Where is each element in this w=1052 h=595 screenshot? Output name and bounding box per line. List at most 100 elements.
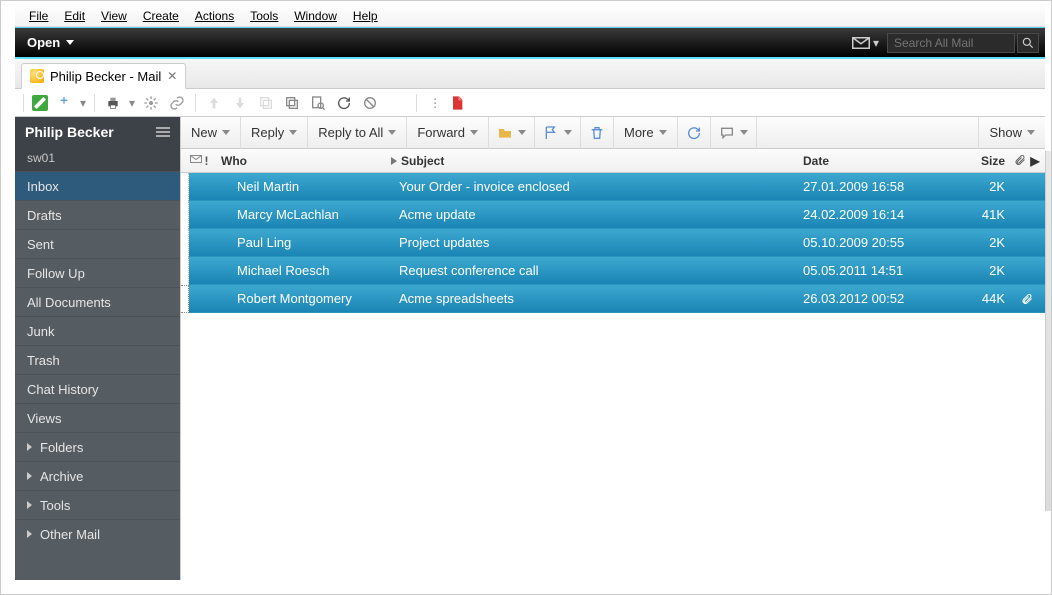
- row-date: 05.10.2009 20:55: [799, 235, 949, 250]
- envelope-icon[interactable]: [190, 154, 202, 164]
- sidebar-item-trash[interactable]: Trash: [15, 345, 180, 374]
- search-doc-icon[interactable]: [308, 93, 328, 113]
- pdf-icon[interactable]: [447, 93, 467, 113]
- search-go-button[interactable]: [1017, 33, 1039, 53]
- menu-view[interactable]: View: [93, 7, 135, 25]
- sidebar-item-drafts[interactable]: Drafts: [15, 200, 180, 229]
- arrow-right-icon: [27, 530, 32, 538]
- envelope-icon[interactable]: [852, 37, 870, 49]
- row-subject: Acme spreadsheets: [395, 291, 799, 306]
- table-row[interactable]: Robert MontgomeryAcme spreadsheets26.03.…: [189, 285, 1045, 313]
- more-button[interactable]: More: [614, 117, 678, 149]
- open-button[interactable]: Open: [21, 35, 80, 50]
- row-size: 41K: [949, 207, 1009, 222]
- edit-icon[interactable]: [32, 95, 48, 111]
- chain-icon[interactable]: [167, 93, 187, 113]
- arrow-down-icon: [230, 93, 250, 113]
- row-who: Michael Roesch: [225, 263, 395, 278]
- dots-icon[interactable]: ⋮: [429, 96, 441, 110]
- server-label: sw01: [15, 147, 180, 171]
- table-row[interactable]: Neil MartinYour Order - invoice enclosed…: [189, 173, 1045, 201]
- copy-icon: [256, 93, 276, 113]
- sidebar-item-junk[interactable]: Junk: [15, 316, 180, 345]
- refresh2-button[interactable]: [678, 117, 711, 149]
- row-size: 2K: [949, 263, 1009, 278]
- print-icon[interactable]: [103, 93, 123, 113]
- row-subject: Your Order - invoice enclosed: [395, 179, 799, 194]
- table-row[interactable]: Michael RoeschRequest conference call05.…: [189, 257, 1045, 285]
- action-bar: New Reply Reply to All Forward More Show: [181, 117, 1045, 149]
- sidebar-item-inbox[interactable]: Inbox: [15, 171, 180, 200]
- icon-toolbar: ▾ ▾ ⋮: [15, 89, 1045, 117]
- gear-icon[interactable]: [141, 93, 161, 113]
- folder-button[interactable]: [489, 117, 535, 149]
- arrow-right-icon: [27, 443, 32, 451]
- caret-down-icon[interactable]: ▾: [873, 36, 879, 50]
- stop-icon[interactable]: [360, 93, 380, 113]
- table-row[interactable]: Marcy McLachlanAcme update24.02.2009 16:…: [189, 201, 1045, 229]
- menu-create[interactable]: Create: [135, 7, 187, 25]
- row-who: Paul Ling: [225, 235, 395, 250]
- menu-edit[interactable]: Edit: [56, 7, 93, 25]
- row-date: 05.05.2011 14:51: [799, 263, 949, 278]
- tab-mail[interactable]: Philip Becker - Mail ✕: [21, 63, 186, 89]
- close-icon[interactable]: ✕: [167, 69, 177, 83]
- sidebar-item-followup[interactable]: Follow Up: [15, 258, 180, 287]
- refresh-icon[interactable]: [334, 93, 354, 113]
- priority-icon[interactable]: !: [205, 154, 209, 168]
- menu-actions[interactable]: Actions: [187, 7, 242, 25]
- row-marker: [181, 257, 189, 285]
- new-button[interactable]: New: [181, 117, 241, 149]
- chat-button[interactable]: [711, 117, 757, 149]
- flag-button[interactable]: [535, 117, 581, 149]
- sidebar-header: Philip Becker: [15, 117, 180, 147]
- menu-tools[interactable]: Tools: [242, 7, 286, 25]
- sidebar-item-othermail[interactable]: Other Mail: [15, 519, 180, 548]
- col-who[interactable]: Who: [217, 154, 387, 168]
- forward-button[interactable]: Forward: [407, 117, 489, 149]
- flag-icon[interactable]: ▶: [1030, 154, 1039, 168]
- sidebar-item-archive[interactable]: Archive: [15, 461, 180, 490]
- sidebar-item-alldocs[interactable]: All Documents: [15, 287, 180, 316]
- user-name: Philip Becker: [25, 124, 114, 140]
- arrow-right-icon: [27, 501, 32, 509]
- table-row[interactable]: Paul LingProject updates05.10.2009 20:55…: [189, 229, 1045, 257]
- row-marker: [181, 201, 189, 229]
- column-header: ! Who Subject Date Size ▶: [181, 149, 1045, 173]
- col-subject[interactable]: Subject: [387, 154, 799, 168]
- reply-button[interactable]: Reply: [241, 117, 308, 149]
- show-button[interactable]: Show: [978, 117, 1045, 149]
- arrow-up-icon: [204, 93, 224, 113]
- row-date: 27.01.2009 16:58: [799, 179, 949, 194]
- copy2-icon[interactable]: [282, 93, 302, 113]
- row-subject: Request conference call: [395, 263, 799, 278]
- sidebar-item-views[interactable]: Views: [15, 403, 180, 432]
- caret-down-icon[interactable]: ▾: [129, 96, 135, 110]
- row-subject: Project updates: [395, 235, 799, 250]
- sidebar-item-sent[interactable]: Sent: [15, 229, 180, 258]
- delete-button[interactable]: [581, 117, 614, 149]
- menu-bar: File Edit View Create Actions Tools Wind…: [15, 5, 1045, 27]
- reply-all-button[interactable]: Reply to All: [308, 117, 407, 149]
- menu-help[interactable]: Help: [345, 7, 386, 25]
- sidebar-item-chat[interactable]: Chat History: [15, 374, 180, 403]
- scrollbar[interactable]: [1045, 151, 1051, 511]
- row-date: 24.02.2009 16:14: [799, 207, 949, 222]
- attachment-icon[interactable]: [1014, 154, 1026, 166]
- sidebar-item-folders[interactable]: Folders: [15, 432, 180, 461]
- menu-window[interactable]: Window: [286, 7, 345, 25]
- message-pane: New Reply Reply to All Forward More Show…: [180, 117, 1045, 580]
- search-box[interactable]: [887, 33, 1015, 53]
- col-date[interactable]: Date: [799, 154, 949, 168]
- caret-down-icon[interactable]: ▾: [80, 96, 86, 110]
- sidebar-item-tools[interactable]: Tools: [15, 490, 180, 519]
- menu-icon[interactable]: [156, 127, 170, 137]
- row-marker: [181, 285, 189, 313]
- col-size[interactable]: Size: [949, 154, 1009, 168]
- tab-label: Philip Becker - Mail: [50, 69, 161, 84]
- search-input[interactable]: [894, 36, 1008, 50]
- row-attach: [1009, 293, 1045, 305]
- row-subject: Acme update: [395, 207, 799, 222]
- new-doc-icon[interactable]: [54, 93, 74, 113]
- menu-file[interactable]: File: [21, 7, 56, 25]
